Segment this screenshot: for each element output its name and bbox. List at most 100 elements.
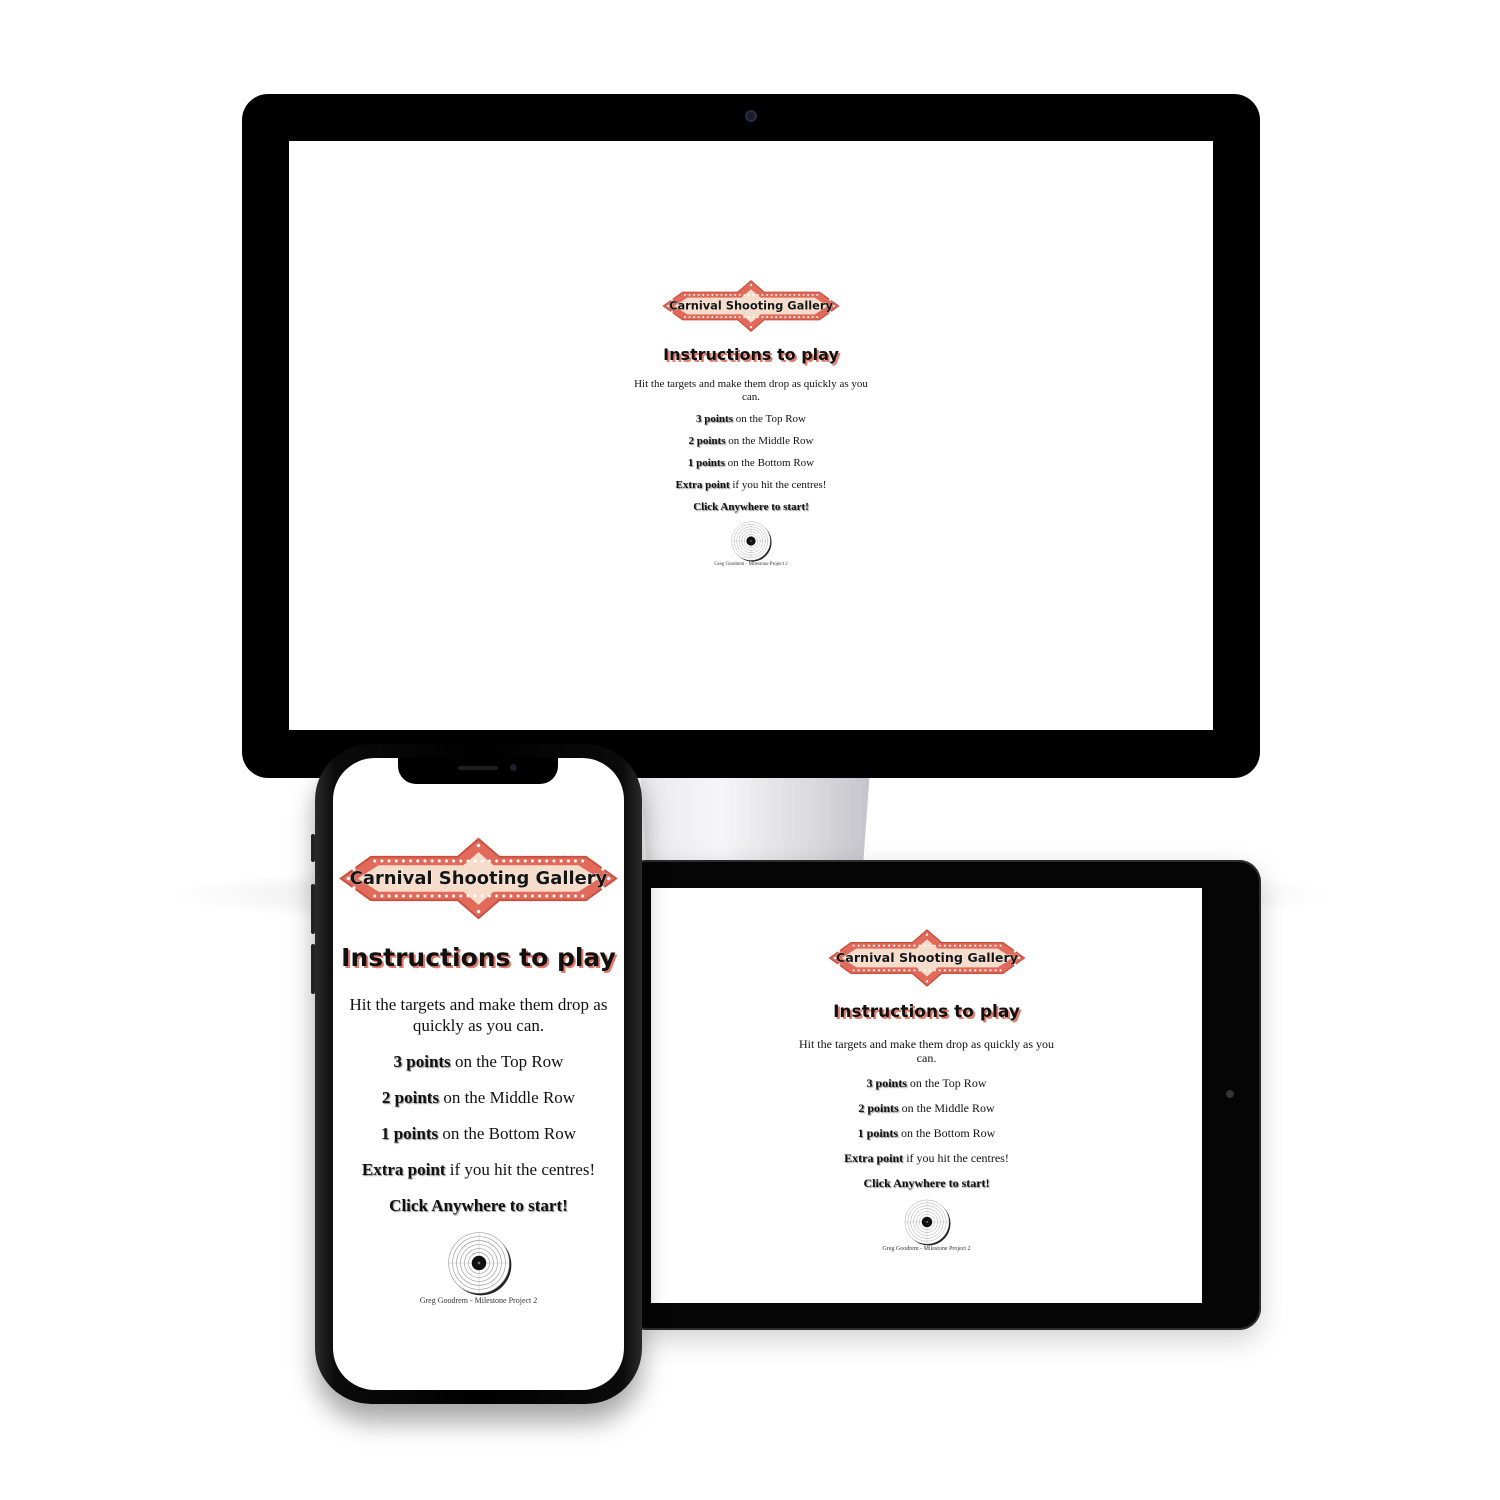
marquee-bulb [509, 859, 513, 863]
marquee-bulb [516, 894, 520, 898]
marquee-bulb [423, 894, 427, 898]
banner-title: Carnival Shooting Gallery [669, 299, 833, 313]
marquee-bulb [693, 293, 696, 296]
marquee-bulb [912, 969, 916, 972]
marquee-bulb [811, 316, 814, 319]
marquee-bulb [925, 933, 928, 936]
marquee-bulb [902, 944, 905, 947]
marquee-bulb [552, 894, 556, 898]
marquee-bulb [784, 316, 787, 319]
phone-volume-down-button [311, 944, 315, 994]
phone-side-button [311, 834, 315, 862]
marquee-bulb [509, 894, 513, 898]
marquee-bulb [552, 859, 556, 863]
rule-text: on the Middle Row [439, 1088, 576, 1107]
marquee-bulb [473, 859, 477, 863]
marquee-bulb [466, 894, 470, 898]
marquee-bulb [502, 859, 506, 863]
marquee-bulb [963, 944, 966, 947]
tablet-game-page[interactable]: Carnival Shooting Gallery Instructions t… [796, 928, 1057, 1252]
marquee-bulb [948, 944, 951, 947]
rule-bottom-row: 1 points on the Bottom Row [337, 1123, 620, 1144]
marquee-bulb [715, 316, 718, 319]
marquee-bulb [770, 293, 773, 296]
marquee-bulb [409, 894, 413, 898]
marquee-bulb [983, 944, 986, 947]
marquee-bulb [459, 894, 463, 898]
marquee-bulb [862, 944, 865, 947]
marquee-bulb [902, 969, 905, 972]
marquee-bulb [566, 894, 570, 898]
target-center [750, 540, 752, 542]
tablet-screen[interactable]: Carnival Shooting Gallery Instructions t… [651, 888, 1202, 1303]
desktop-game-page[interactable]: Carnival Shooting Gallery Instructions t… [625, 279, 877, 567]
rule-top-row: 3 points on the Top Row [337, 1051, 620, 1072]
marquee-bulb [523, 859, 527, 863]
marquee-bulb [948, 969, 951, 972]
marquee-bulb [416, 894, 420, 898]
marquee-bulb [958, 969, 961, 972]
marquee-bulb [423, 859, 427, 863]
marquee-bulb [559, 859, 563, 863]
marquee-bulb [816, 293, 819, 296]
marquee-bulb [743, 293, 746, 296]
author-credit: Greg Goodrem - Milestone Project 2 [882, 1246, 971, 1252]
marquee-bulb [752, 316, 755, 319]
marquee-bulb [766, 316, 769, 319]
marquee-bulb [523, 894, 527, 898]
phone-screen[interactable]: Carnival Shooting Gallery Instructions t… [333, 758, 624, 1390]
marquee-bulb [711, 316, 714, 319]
marquee-bulb [752, 293, 755, 296]
marquee-bulb [394, 894, 398, 898]
marquee-bulb [757, 316, 759, 319]
marquee-bulb [387, 894, 391, 898]
marquee-bulb [912, 944, 916, 947]
marquee-bulb [793, 316, 796, 319]
marquee-bulb [779, 316, 782, 319]
marquee-bulb [480, 894, 484, 898]
target-center [477, 1261, 480, 1265]
marquee-bulb [933, 944, 936, 947]
marquee-bulb [761, 293, 764, 296]
marquee-bulb [917, 969, 921, 972]
marquee-bulb [729, 316, 732, 319]
author-credit: Greg Goodrem - Milestone Project 2 [714, 562, 788, 567]
marquee-bulb [711, 293, 714, 296]
marquee-bulb [953, 944, 956, 947]
marquee-bulb [958, 944, 961, 947]
phone-device: Carnival Shooting Gallery Instructions t… [311, 744, 642, 1404]
marquee-bulb [743, 316, 746, 319]
rule-points: Extra point [675, 479, 730, 491]
marquee-bulb [720, 316, 723, 319]
start-prompt[interactable]: Click Anywhere to start! [337, 1195, 620, 1216]
instructions-heading: Instructions to play [341, 943, 616, 972]
marquee-bulb [452, 894, 456, 898]
desktop-screen[interactable]: Carnival Shooting Gallery Instructions t… [289, 141, 1213, 730]
rule-text: on the Middle Row [725, 435, 814, 447]
marquee-bulb [373, 894, 377, 898]
rule-points: 3 points [866, 1076, 907, 1090]
marquee-bulb [715, 293, 718, 296]
title-banner: Carnival Shooting Gallery [662, 280, 840, 332]
marquee-bulb [988, 944, 992, 947]
rule-text: on the Top Row [906, 1076, 987, 1090]
marquee-bulb [495, 894, 499, 898]
marquee-bulb [684, 293, 686, 296]
rule-points: 1 points [857, 1126, 898, 1140]
marquee-bulb [459, 859, 463, 863]
marquee-bulb [892, 969, 895, 972]
rule-extra-point: Extra point if you hit the centres! [796, 1151, 1057, 1165]
marquee-bulb [988, 969, 992, 972]
marquee-bulb [923, 944, 926, 947]
marquee-bulb [973, 969, 976, 972]
phone-camera [510, 764, 517, 771]
instructions-intro: Hit the targets and make them drop as qu… [349, 995, 608, 1035]
marquee-bulb [999, 969, 1002, 972]
phone-game-page[interactable]: Carnival Shooting Gallery Instructions t… [337, 836, 620, 1305]
start-prompt[interactable]: Click Anywhere to start! [625, 501, 877, 514]
marquee-bulb [444, 859, 448, 863]
bullseye-target-icon [904, 1199, 951, 1246]
marquee-bulb [387, 859, 391, 863]
start-prompt[interactable]: Click Anywhere to start! [796, 1176, 1057, 1190]
marquee-bulb [999, 944, 1002, 947]
